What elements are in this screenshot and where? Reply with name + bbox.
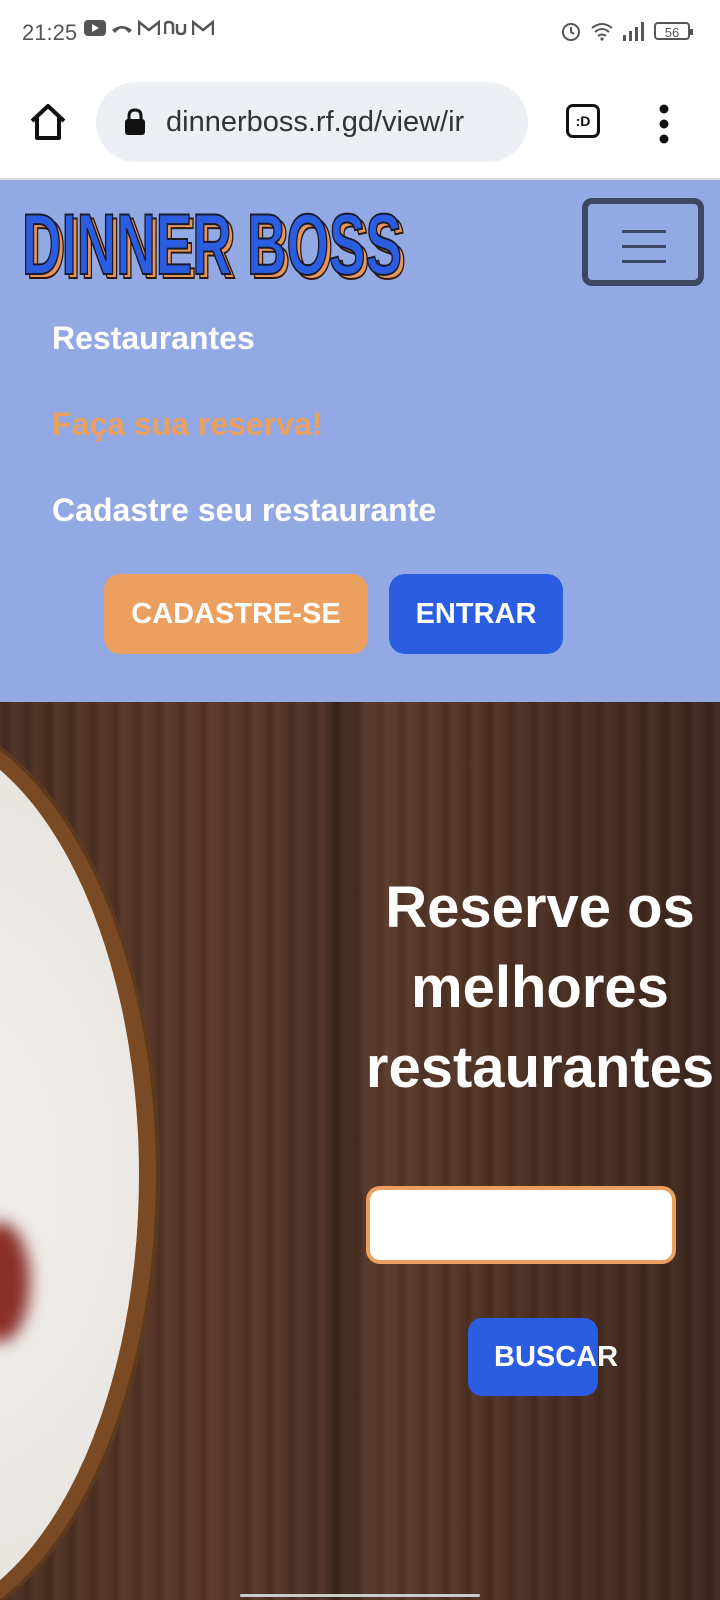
more-options-icon[interactable]: [656, 104, 672, 144]
lock-icon: [125, 108, 145, 135]
hero-title-line: Reserve os: [385, 875, 695, 940]
hero-title-line: restaurantes: [365, 1035, 715, 1100]
dinner-boss-logo[interactable]: DINNER BOSS DINNER BOSS: [20, 204, 420, 288]
status-time: 21:25: [22, 20, 78, 45]
hero-title-line: melhores: [411, 955, 669, 1020]
gmail-icon: [192, 20, 214, 35]
address-bar[interactable]: dinnerboss.rf.gd/view/ir: [96, 82, 528, 162]
gesture-bar: [240, 1594, 480, 1597]
menu-toggle-button[interactable]: [582, 198, 704, 286]
nav-link-faca-sua-reserva[interactable]: Faça sua reserva!: [52, 406, 322, 443]
plate-image: [0, 710, 160, 1600]
search-input[interactable]: [366, 1186, 676, 1264]
status-bar: 21:25 56: [0, 0, 720, 70]
youtube-icon: [84, 20, 106, 36]
site-header: DINNER BOSS DINNER BOSS Restaurantes Faç…: [0, 180, 720, 702]
login-button[interactable]: ENTRAR: [389, 574, 563, 654]
tab-switcher-button[interactable]: :D: [566, 104, 600, 138]
logo-text: DINNER BOSS: [22, 204, 402, 288]
wifi-icon: [591, 23, 613, 41]
missed-call-icon: [112, 26, 132, 33]
hero-title: Reserve os melhores restaurantes: [340, 868, 720, 1108]
gmail-icon: [138, 20, 160, 35]
home-icon[interactable]: [28, 102, 68, 142]
nubank-icon: [164, 20, 187, 36]
hero-section: Reserve os melhores restaurantes BUSCAR: [0, 702, 720, 1600]
url-text: dinnerboss.rf.gd/view/ir: [166, 106, 465, 138]
alarm-icon: [562, 23, 580, 41]
nav-link-cadastre-restaurante[interactable]: Cadastre seu restaurante: [52, 492, 436, 529]
system-icons: 56: [560, 20, 693, 42]
signal-icon: [623, 22, 644, 41]
battery-indicator: 56: [654, 22, 693, 40]
signup-button[interactable]: CADASTRE-SE: [104, 574, 368, 654]
browser-toolbar: dinnerboss.rf.gd/view/ir :D: [0, 70, 720, 180]
notification-icons: [84, 20, 214, 36]
nav-link-restaurantes[interactable]: Restaurantes: [52, 320, 255, 357]
search-button[interactable]: BUSCAR: [468, 1318, 618, 1396]
